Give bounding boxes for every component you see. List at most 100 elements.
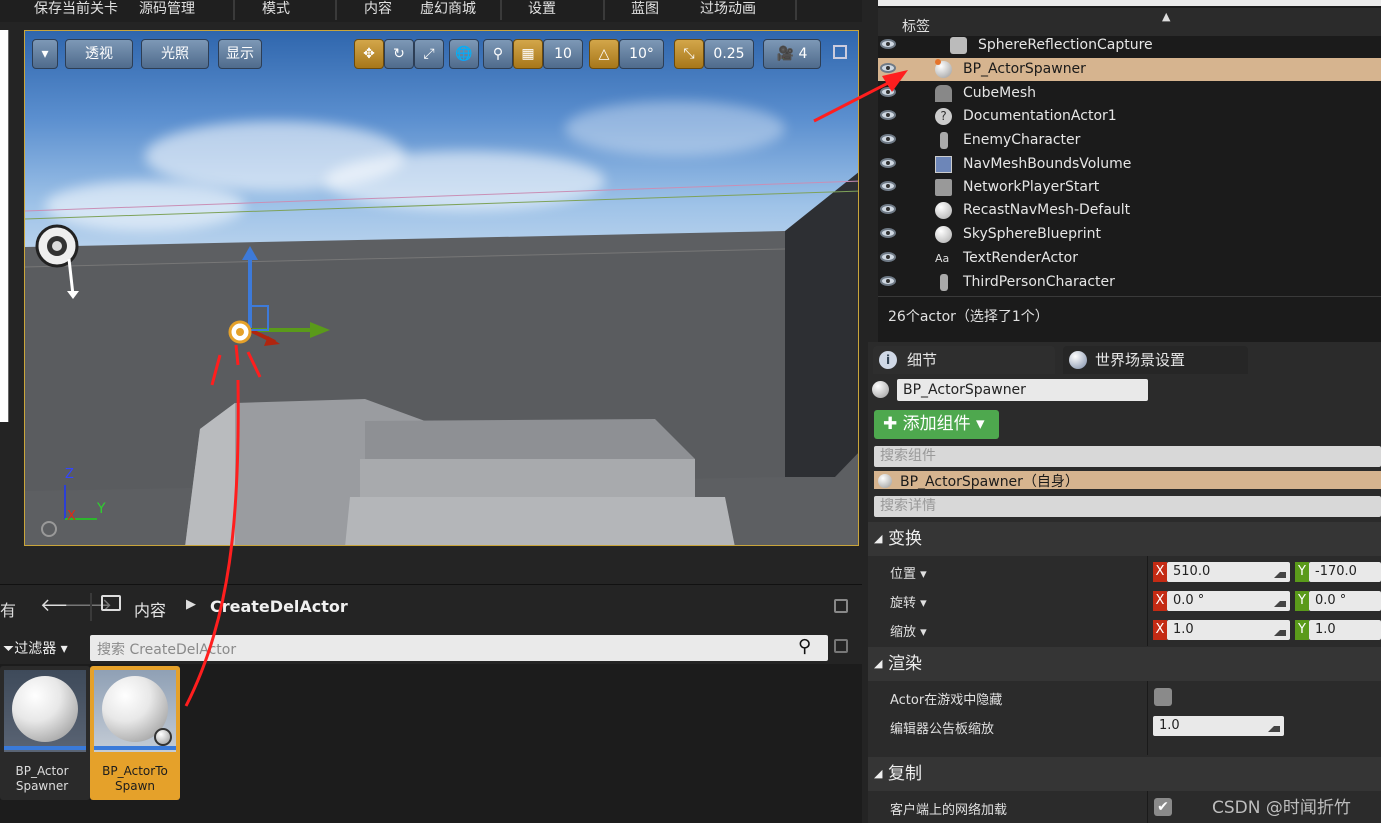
surface-snapping-button[interactable]: ⚲ [483, 39, 513, 69]
translate-mode-button[interactable]: ✥ [354, 39, 384, 69]
visibility-eye-icon[interactable] [880, 39, 896, 49]
location-y-input[interactable]: -170.0 [1309, 562, 1381, 582]
outliner-row[interactable]: EnemyCharacter [878, 129, 1381, 152]
view-mode-button[interactable]: 透视 [65, 39, 133, 69]
header-separator [90, 593, 92, 621]
column-splitter[interactable] [1147, 681, 1148, 755]
visibility-eye-icon[interactable] [880, 181, 896, 191]
actor-name-input[interactable]: BP_ActorSpawner [897, 379, 1148, 401]
outliner-column-header[interactable]: 标签 ▲ [878, 8, 1381, 36]
scale-x-value: 1.0 [1173, 622, 1194, 637]
camera-speed-button[interactable]: 🎥 4 [763, 39, 821, 69]
asset-thumbnail [4, 670, 86, 752]
rotation-x-value: 0.0 ° [1173, 593, 1205, 608]
toolbar-content[interactable]: 内容 [364, 0, 392, 22]
visibility-eye-icon[interactable] [880, 87, 896, 97]
rotate-mode-button[interactable]: ↻ [384, 39, 414, 69]
breadcrumb-chevron-icon[interactable]: ▶ [186, 597, 196, 612]
outliner-row[interactable]: CubeMesh [878, 82, 1381, 105]
column-splitter[interactable] [1147, 556, 1148, 646]
level-viewport[interactable]: ▾ 透视 光照 显示 ✥ ↻ ⤢ 🌐 ⚲ ▦ 10 △ 10° ⤡ 0.25 🎥… [24, 30, 859, 546]
maximize-viewport-icon[interactable] [833, 45, 847, 59]
scale-y-input[interactable]: 1.0 [1309, 620, 1381, 640]
grid-snap-toggle[interactable]: ▦ [513, 39, 543, 69]
outliner-row[interactable]: ThirdPersonCharacter [878, 271, 1381, 294]
search-details-input[interactable]: 搜索详情 [874, 496, 1381, 517]
visibility-eye-icon[interactable] [880, 158, 896, 168]
rotation-snap-toggle[interactable]: △ [589, 39, 619, 69]
transform-category[interactable]: ◢ 变换 [868, 522, 1381, 556]
rotation-x-input[interactable]: 0.0 ° [1167, 591, 1290, 611]
scale-x-input[interactable]: 1.0 [1167, 620, 1290, 640]
replication-category[interactable]: ◢ 复制 [868, 757, 1381, 791]
toolbar-marketplace[interactable]: 虚幻商城 [420, 0, 476, 22]
component-root-row[interactable]: BP_ActorSpawner（自身） [874, 471, 1381, 489]
scale-label[interactable]: 缩放 ▾ [890, 621, 927, 640]
outliner-row[interactable]: ? DocumentationActor1 [878, 105, 1381, 128]
actor-label: SkySphereBlueprint [963, 226, 1101, 242]
net-load-on-client-checkbox[interactable]: ✔ [1154, 798, 1172, 816]
drag-handle-icon[interactable] [1274, 595, 1286, 607]
drag-handle-icon[interactable] [1274, 566, 1286, 578]
viewport-options-dropdown[interactable]: ▾ [32, 39, 58, 69]
outliner-row[interactable]: SphereReflectionCapture [878, 34, 1381, 57]
billboard-scale-input[interactable]: 1.0 [1153, 716, 1284, 736]
visibility-eye-icon[interactable] [880, 252, 896, 262]
toolbar-modes[interactable]: 模式 [262, 0, 290, 22]
lighting-mode-button[interactable]: 光照 [141, 39, 209, 69]
rendering-category[interactable]: ◢ 渲染 [868, 647, 1381, 681]
tab-details[interactable]: i 细节 [873, 346, 1055, 374]
outliner-row[interactable]: Aa TextRenderActor [878, 247, 1381, 270]
search-icon[interactable]: ⚲ [798, 636, 811, 657]
visibility-eye-icon[interactable] [880, 110, 896, 120]
sphere-icon [935, 226, 952, 243]
rotation-snap-value[interactable]: 10° [619, 39, 664, 69]
save-search-icon[interactable] [834, 639, 848, 653]
location-x-input[interactable]: 510.0 [1167, 562, 1290, 582]
visibility-eye-icon[interactable] [880, 228, 896, 238]
breadcrumb-content[interactable]: 内容 [134, 597, 166, 621]
drag-handle-icon[interactable] [1274, 624, 1286, 636]
search-components-input[interactable]: 搜索组件 [874, 446, 1381, 467]
rotation-y-input[interactable]: 0.0 ° [1309, 591, 1381, 611]
grid-snap-value[interactable]: 10 [543, 39, 583, 69]
outliner-search-edge[interactable] [878, 0, 1381, 6]
toolbar-blueprints[interactable]: 蓝图 [631, 0, 659, 22]
visibility-eye-icon[interactable] [880, 63, 896, 73]
visibility-eye-icon[interactable] [880, 204, 896, 214]
column-splitter[interactable] [1147, 791, 1148, 823]
drag-handle-icon[interactable] [1268, 720, 1280, 732]
outliner-row-selected[interactable]: BP_ActorSpawner [878, 58, 1381, 81]
scale-snap-toggle[interactable]: ⤡ [674, 39, 704, 69]
scale-mode-button[interactable]: ⤢ [414, 39, 444, 69]
toolbar-settings[interactable]: 设置 [528, 0, 556, 22]
toolbar-save-level[interactable]: 保存当前关卡 [34, 0, 118, 22]
asset-tile[interactable]: BP_Actor Spawner [0, 666, 90, 800]
scale-snap-value[interactable]: 0.25 [704, 39, 754, 69]
visibility-eye-icon[interactable] [880, 134, 896, 144]
hidden-in-game-checkbox[interactable] [1154, 688, 1172, 706]
transform-gizmo[interactable] [220, 246, 340, 386]
rotation-snap-value-text: 10° [629, 46, 654, 62]
add-component-button[interactable]: ✚ 添加组件 ▾ [874, 410, 999, 439]
outliner-row[interactable]: RecastNavMesh-Default [878, 199, 1381, 222]
filters-button[interactable]: ⏷过滤器 ▾ [3, 638, 68, 658]
outliner-row[interactable]: SkySphereBlueprint [878, 223, 1381, 246]
asset-tile-selected[interactable]: BP_ActorTo Spawn [90, 666, 180, 800]
hidden-in-game-label: Actor在游戏中隐藏 [890, 693, 1003, 708]
coordinate-system-button[interactable]: 🌐 [449, 39, 479, 69]
outliner-row[interactable]: NavMeshBoundsVolume [878, 153, 1381, 176]
outliner-row[interactable]: NetworkPlayerStart [878, 176, 1381, 199]
lock-icon[interactable] [834, 599, 848, 613]
visibility-eye-icon[interactable] [880, 276, 896, 286]
toolbar-source-control[interactable]: 源码管理 [139, 0, 195, 22]
toolbar-cinematics[interactable]: 过场动画 [700, 0, 756, 22]
breadcrumb-current-folder[interactable]: CreateDelActor [210, 597, 348, 616]
asset-search-input[interactable]: 搜索 CreateDelActor ⚲ [90, 635, 828, 661]
show-flags-button[interactable]: 显示 [218, 39, 262, 69]
rotation-label[interactable]: 旋转 ▾ [890, 592, 927, 611]
y-axis-badge: Y [1295, 562, 1309, 582]
location-label[interactable]: 位置 ▾ [890, 563, 927, 582]
documentation-icon: ? [935, 108, 952, 125]
tab-world-settings[interactable]: 世界场景设置 [1063, 346, 1248, 374]
